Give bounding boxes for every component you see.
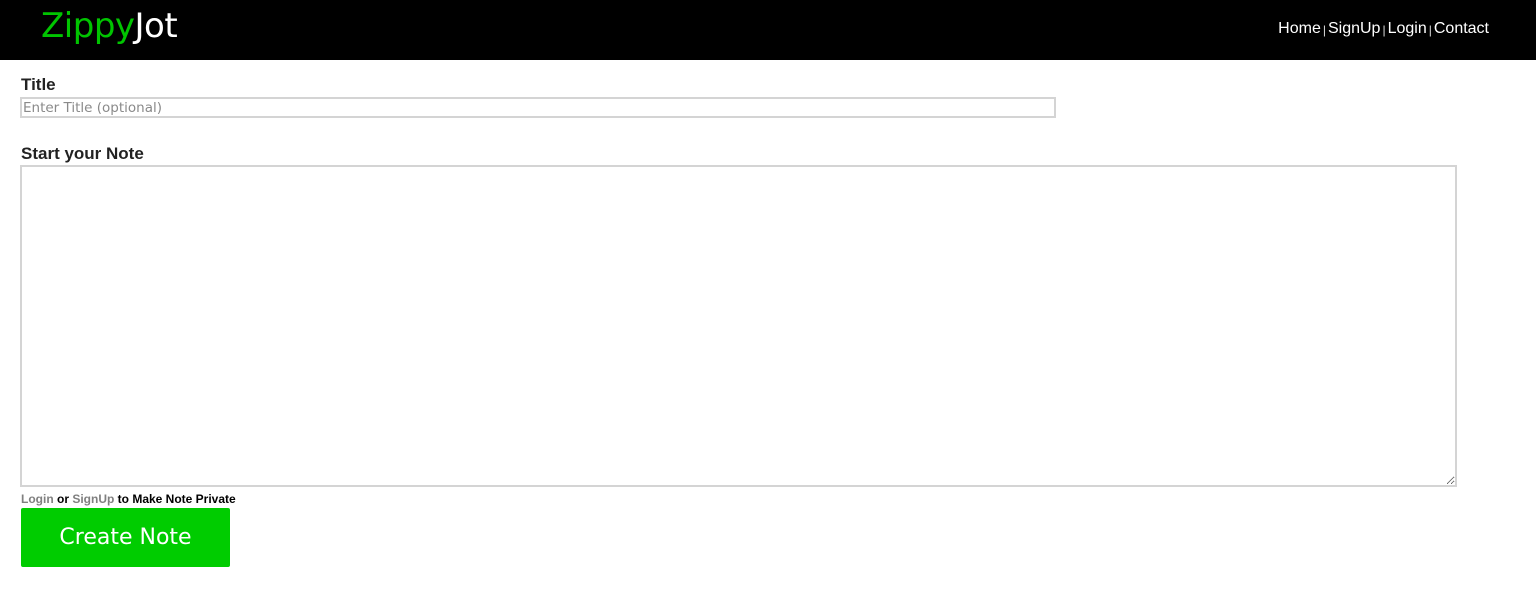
create-note-button[interactable]: Create Note bbox=[21, 508, 230, 567]
top-bar: ZippyJot Home | SignUp | Login | Contact bbox=[0, 0, 1536, 60]
logo-part-zippy: Zippy bbox=[41, 6, 135, 46]
hint-signup-link[interactable]: SignUp bbox=[72, 492, 114, 506]
main-nav: Home | SignUp | Login | Contact bbox=[1278, 19, 1489, 39]
nav-separator: | bbox=[1382, 23, 1386, 37]
nav-contact-link[interactable]: Contact bbox=[1434, 20, 1489, 37]
title-input[interactable] bbox=[20, 97, 1056, 118]
nav-separator: | bbox=[1428, 23, 1432, 37]
hint-suffix-text: to Make Note Private bbox=[114, 492, 236, 506]
note-textarea[interactable] bbox=[20, 165, 1457, 487]
title-label: Title bbox=[21, 75, 56, 94]
hint-login-link[interactable]: Login bbox=[21, 492, 54, 506]
nav-signup-link[interactable]: SignUp bbox=[1328, 20, 1380, 37]
nav-login-link[interactable]: Login bbox=[1388, 20, 1427, 37]
note-label: Start your Note bbox=[21, 144, 144, 163]
logo-part-jot: Jot bbox=[134, 6, 178, 46]
nav-home-link[interactable]: Home bbox=[1278, 20, 1321, 37]
nav-separator: | bbox=[1322, 23, 1326, 37]
hint-or-text: or bbox=[53, 492, 73, 506]
private-note-hint: Login or SignUp to Make Note Private bbox=[21, 491, 236, 507]
site-logo[interactable]: ZippyJot bbox=[41, 4, 178, 48]
